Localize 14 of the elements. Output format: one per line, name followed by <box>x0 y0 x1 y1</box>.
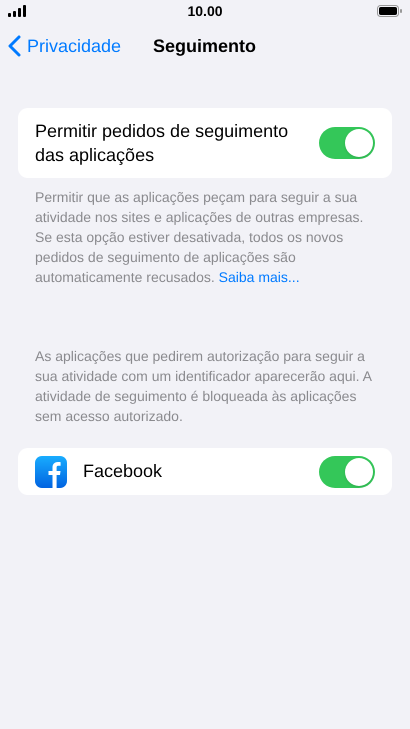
signal-icon <box>8 5 26 17</box>
back-chevron-icon <box>8 35 21 57</box>
toggle-switch[interactable] <box>319 127 375 159</box>
status-time: 10.00 <box>187 2 223 20</box>
page-title: Seguimento <box>153 34 256 58</box>
app-name: Facebook <box>83 460 164 483</box>
battery-icon <box>377 5 402 17</box>
footer-text: Permitir que as aplicações peçam para seguir a sua atividade nos sites e aplicações de outras empresas. Se esta opção estiver desativada, todos os novos pedidos de seguimento de aplicações são automaticamente recusados. Saiba mais... <box>34 188 364 287</box>
learn-more-link[interactable]: Saiba mais... <box>218 269 300 285</box>
back-button[interactable]: Privacidade <box>8 32 122 60</box>
toggle-switch[interactable] <box>319 456 375 488</box>
app-icon <box>35 456 67 488</box>
setting-label: Permitir pedidos de seguimento das aplicações <box>35 120 290 167</box>
section-header-text: As aplicações que pedirem autorização para seguir a sua atividade com um identificador aparecerão aqui. A atividade de seguimento é bloqueada às aplicações sem acesso autorizado. <box>34 347 373 426</box>
